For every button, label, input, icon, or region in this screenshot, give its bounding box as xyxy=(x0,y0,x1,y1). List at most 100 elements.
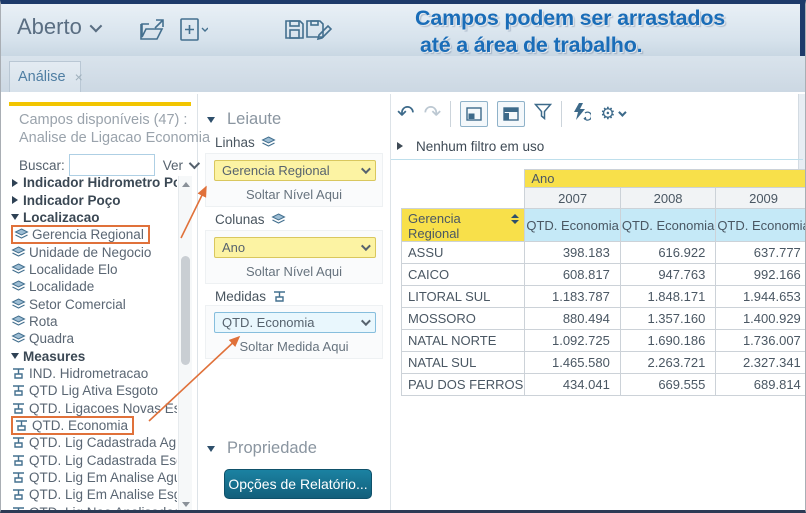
rows-field-value: Gerencia Regional xyxy=(222,163,330,178)
layers-icon xyxy=(11,298,26,311)
cell-value: 992.166 xyxy=(716,264,806,286)
measures-field-value: QTD. Economia xyxy=(222,315,314,330)
layers-icon xyxy=(11,246,26,259)
field-label: IND. Hidrometracao xyxy=(29,366,148,381)
tab-analise[interactable]: Análise × xyxy=(9,61,81,92)
field-item[interactable]: Quadra xyxy=(11,330,177,347)
report-options-button[interactable]: Opções de Relatório... xyxy=(224,469,372,499)
field-item[interactable]: QTD. Lig Cadastrada Esgoto xyxy=(11,452,177,469)
expand-icon xyxy=(12,196,18,204)
tab-close-icon[interactable]: × xyxy=(75,69,83,85)
year-header: 2008 xyxy=(620,188,715,209)
rows-field-select[interactable]: Gerencia Regional xyxy=(214,160,376,181)
field-label: Unidade de Negocio xyxy=(29,245,151,260)
field-item[interactable]: Localidade xyxy=(11,278,177,295)
open-folder-icon[interactable] xyxy=(139,17,168,48)
layout-header-label: Leiaute xyxy=(227,110,281,129)
cell-value: 1.465.580 xyxy=(525,352,620,374)
save-as-icon[interactable] xyxy=(306,19,333,46)
undo-icon[interactable]: ↶ xyxy=(397,103,415,125)
field-group[interactable]: Indicador Hidrometro Poço xyxy=(11,174,177,191)
layers-icon xyxy=(11,263,26,276)
cell-value: 669.555 xyxy=(620,374,715,396)
layers-icon xyxy=(11,332,26,345)
field-label: QTD. Lig Cadastrada Esgoto xyxy=(29,453,177,468)
field-item[interactable]: Setor Comercial xyxy=(11,295,177,312)
layout-view-icon[interactable] xyxy=(460,101,488,127)
field-label: QTD. Economia xyxy=(32,418,128,433)
filter-expand-icon[interactable] xyxy=(397,142,403,150)
column-dimension-row: Ano xyxy=(402,170,806,188)
cell-value: 398.183 xyxy=(525,242,620,264)
redo-icon[interactable]: ↷ xyxy=(424,103,442,125)
field-item[interactable]: QTD. Economia xyxy=(11,417,177,434)
field-item[interactable]: QTD. Lig Em Analise Agua xyxy=(11,469,177,486)
settings-gear-icon[interactable]: ⚙ xyxy=(600,104,624,124)
measures-dropzone[interactable]: QTD. Economia Soltar Medida Aqui xyxy=(205,305,383,359)
measure-icon xyxy=(11,367,26,380)
cell-value: 1.183.787 xyxy=(525,286,620,308)
field-item[interactable]: QTD. Ligacoes Novas Esgoto xyxy=(11,399,177,416)
field-group[interactable]: Indicador Poço xyxy=(11,191,177,208)
field-tree: Indicador Hidrometro PoçoIndicador PoçoL… xyxy=(11,174,177,511)
row-label: MOSSORO xyxy=(402,308,525,330)
field-label: QTD. Lig Em Analise Agua xyxy=(29,470,177,485)
field-item[interactable]: QTD. Lig Em Analise Esgoto xyxy=(11,486,177,503)
highlighted-field: QTD. Economia xyxy=(11,416,134,435)
columns-zone-label: Colunas xyxy=(215,212,289,227)
rows-dropzone[interactable]: Gerencia Regional Soltar Nível Aqui xyxy=(205,153,383,207)
chevron-down-icon xyxy=(361,164,371,174)
columns-dropzone[interactable]: Ano Soltar Nível Aqui xyxy=(205,230,383,284)
open-menu-button[interactable]: Aberto xyxy=(17,14,99,40)
scrollbar-thumb[interactable] xyxy=(181,256,190,365)
field-group[interactable]: Measures xyxy=(11,347,177,364)
field-label: QTD Lig Ativa Esgoto xyxy=(29,383,158,398)
properties-section-header[interactable]: Propriedade xyxy=(207,439,317,458)
refresh-data-icon[interactable] xyxy=(571,102,591,126)
year-header: 2007 xyxy=(525,188,620,209)
cell-value: 1.400.929 xyxy=(716,308,806,330)
measures-drop-hint: Soltar Medida Aqui xyxy=(206,339,382,354)
layers-icon xyxy=(14,228,29,241)
annotation-banner: Campos podem ser arrastados até a área d… xyxy=(415,5,725,59)
expand-icon xyxy=(12,179,18,187)
measures-field-select[interactable]: QTD. Economia xyxy=(214,312,376,333)
columns-drop-hint: Soltar Nível Aqui xyxy=(206,264,382,279)
field-label: QTD. Lig Cadastrada Agua xyxy=(29,435,177,450)
field-item[interactable]: Gerencia Regional xyxy=(11,226,177,243)
layout-section-header[interactable]: Leiaute xyxy=(207,110,281,129)
field-group[interactable]: Localizacao xyxy=(11,209,177,226)
pivot-table: Ano 2007 2008 2009 Gerencia Regional QTD… xyxy=(401,169,806,396)
collapse-icon xyxy=(11,214,19,220)
cell-value: 1.848.171 xyxy=(620,286,715,308)
field-item[interactable]: QTD. Lig Nao Analisadas Agua xyxy=(11,504,177,511)
scroll-down-icon[interactable] xyxy=(182,502,190,507)
table-row: LITORAL SUL1.183.7871.848.1711.944.653 xyxy=(402,286,806,308)
field-item[interactable]: Localidade Elo xyxy=(11,261,177,278)
cell-value: 1.092.725 xyxy=(525,330,620,352)
field-item[interactable]: QTD Lig Ativa Esgoto xyxy=(11,382,177,399)
field-label: QTD. Lig Nao Analisadas Agua xyxy=(29,505,177,511)
sort-icon[interactable] xyxy=(511,214,519,224)
field-item[interactable]: Unidade de Negocio xyxy=(11,243,177,260)
field-item[interactable]: QTD. Lig Cadastrada Agua xyxy=(11,434,177,451)
field-item[interactable]: Rota xyxy=(11,313,177,330)
cell-value: 689.814 xyxy=(716,374,806,396)
field-label: Localidade Elo xyxy=(29,262,118,277)
search-input[interactable] xyxy=(69,154,155,176)
row-dimension-header[interactable]: Gerencia Regional xyxy=(402,209,525,242)
measure-icon xyxy=(14,419,29,432)
columns-field-select[interactable]: Ano xyxy=(214,237,376,258)
field-item[interactable]: IND. Hidrometracao xyxy=(11,365,177,382)
view-dropdown[interactable]: Ver xyxy=(163,158,197,173)
save-icon[interactable] xyxy=(284,19,305,45)
scroll-up-icon[interactable] xyxy=(182,182,190,187)
filter-icon[interactable] xyxy=(534,103,552,125)
rows-label: Linhas xyxy=(215,135,255,150)
tree-scrollbar[interactable] xyxy=(178,176,192,511)
new-document-icon[interactable] xyxy=(178,17,208,48)
filter-bar[interactable]: Nenhum filtro em uso xyxy=(397,136,797,156)
cell-value: 1.736.007 xyxy=(716,330,806,352)
table-view-icon[interactable] xyxy=(497,101,525,127)
year-header: 2009 xyxy=(716,188,806,209)
